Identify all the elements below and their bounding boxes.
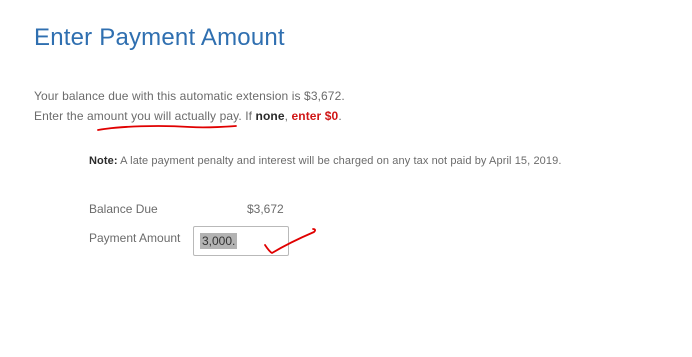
red-underline-annotation xyxy=(97,125,237,131)
payment-amount-selected-text: 3,000. xyxy=(200,233,238,249)
instruction-period: . xyxy=(338,109,342,123)
late-payment-note: Note: A late payment penalty and interes… xyxy=(89,155,562,167)
instruction-enter-zero: enter $0 xyxy=(291,109,339,123)
page-title: Enter Payment Amount xyxy=(34,24,285,51)
note-label: Note: xyxy=(89,155,118,167)
note-text: A late payment penalty and interest will… xyxy=(117,155,562,167)
handwritten-annotations xyxy=(97,125,316,254)
balance-due-label: Balance Due xyxy=(89,202,158,216)
payment-page: Enter Payment Amount Your balance due wi… xyxy=(0,0,692,357)
payment-instruction: Enter the amount you will actually pay. … xyxy=(34,109,342,123)
payment-amount-label: Payment Amount xyxy=(89,231,181,245)
payment-amount-input[interactable]: 3,000. xyxy=(193,226,289,256)
instruction-none: none xyxy=(255,109,285,123)
balance-due-value: $3,672 xyxy=(247,202,284,216)
instruction-prefix: Enter the amount you will actually pay. … xyxy=(34,109,256,123)
balance-statement: Your balance due with this automatic ext… xyxy=(34,89,345,103)
